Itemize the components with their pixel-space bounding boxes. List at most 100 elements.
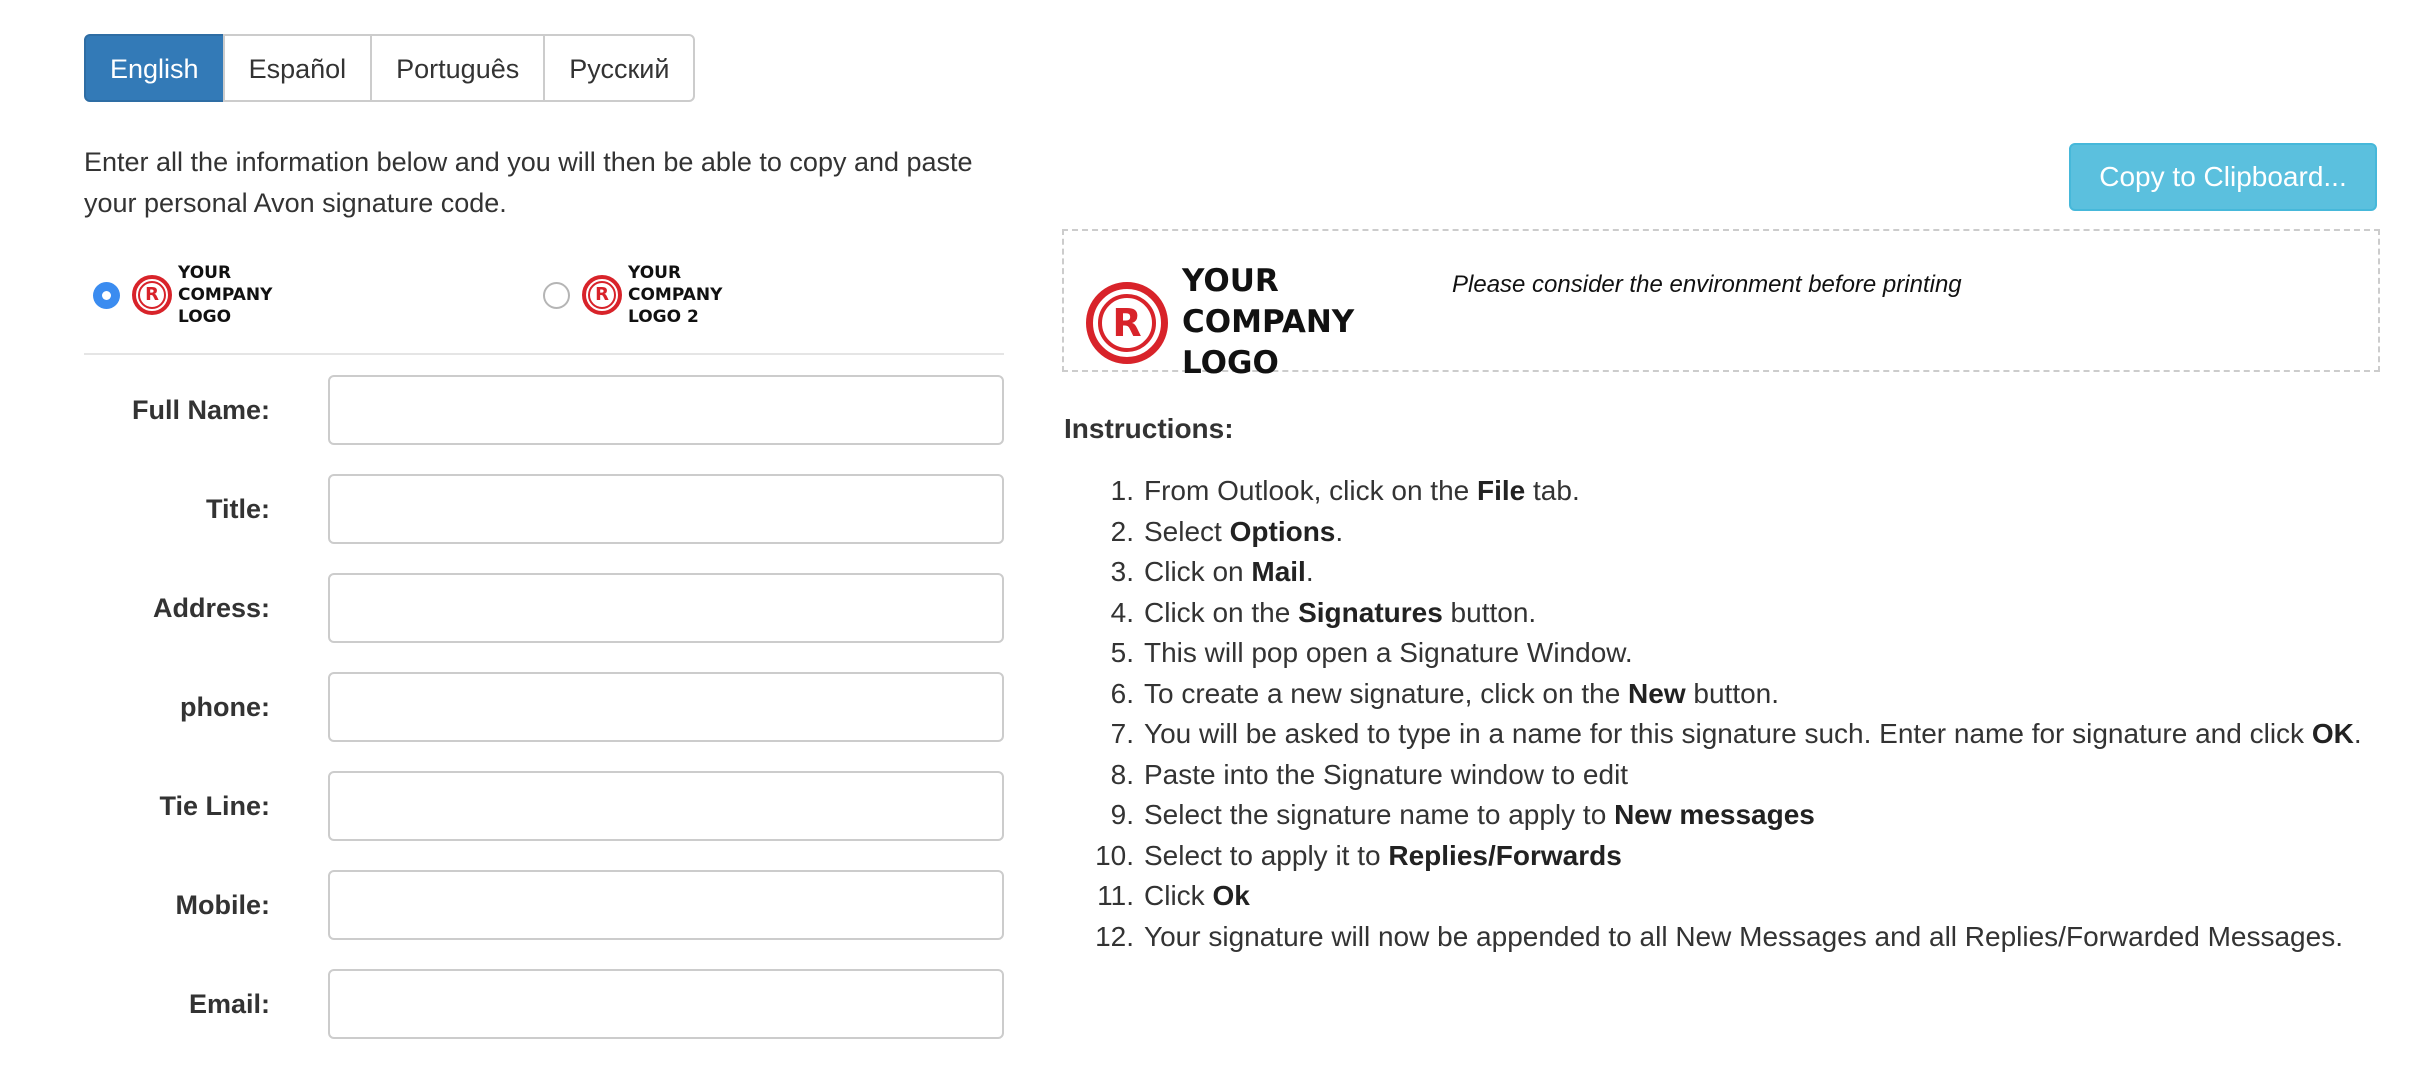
instruction-number: 7. [1110, 718, 1134, 749]
instruction-text: Paste into the Signature window to edit [1144, 758, 1629, 790]
preview-logo-line1: YOUR COMPANY [1182, 263, 1355, 340]
instruction-emphasis: Replies/Forwards [1388, 839, 1622, 871]
tab-russian[interactable]: Русский [543, 34, 696, 102]
registered-logo-icon: R [132, 275, 172, 315]
email-input[interactable] [328, 969, 1004, 1039]
instruction-emphasis: Options [1229, 515, 1336, 547]
signature-generator-page: English Español Português Русский Enter … [0, 0, 2436, 1090]
tie-line-input[interactable] [328, 771, 1004, 841]
registered-logo-icon: R [582, 275, 622, 315]
full-name-row: Full Name: [84, 375, 1004, 445]
instruction-number: 9. [1110, 799, 1134, 830]
instruction-emphasis: New [1628, 677, 1686, 709]
instruction-text: Select [1144, 515, 1230, 547]
logo-1-line2: LOGO [178, 307, 232, 327]
copy-to-clipboard-button[interactable]: Copy to Clipboard... [2069, 143, 2377, 211]
instruction-text: Select the signature name to apply to [1144, 799, 1615, 830]
logo-1-line1: YOUR COMPANY [178, 263, 273, 305]
title-row: Title: [84, 474, 1004, 544]
instruction-text: You will be asked to type in a name for … [1144, 718, 2312, 749]
instruction-item: 3. Click on Mail. [1111, 552, 2436, 593]
logo-2-text: YOUR COMPANY LOGO 2 [628, 262, 778, 328]
instruction-text: button. [1442, 596, 1537, 628]
email-row: Email: [84, 969, 1004, 1039]
logo-option-2[interactable]: R YOUR COMPANY LOGO 2 [543, 262, 778, 328]
instruction-number: 1. [1110, 475, 1134, 506]
mobile-row: Mobile: [84, 870, 1004, 940]
language-tabs: English Español Português Русский [84, 34, 696, 102]
instruction-text: . [1335, 515, 1344, 547]
instruction-number: 6. [1110, 677, 1134, 709]
divider [84, 353, 1004, 355]
address-label: Address: [152, 593, 270, 623]
instruction-text: Your signature will now be appended to a… [1144, 920, 2343, 952]
instruction-number: 10. [1095, 839, 1134, 871]
title-input[interactable] [328, 474, 1004, 544]
instruction-text: From Outlook, click on the [1144, 475, 1478, 506]
preview-logo-line2: LOGO [1182, 345, 1279, 381]
tab-english[interactable]: English [84, 34, 225, 102]
mobile-input[interactable] [328, 870, 1004, 940]
instructions-heading: Instructions: [1064, 413, 1234, 444]
instruction-emphasis: File [1477, 475, 1526, 506]
instructions-list: 1. From Outlook, click on the File tab. 2.… [1064, 471, 2436, 957]
instruction-number: 12. [1095, 920, 1134, 952]
tab-espanol[interactable]: Español [222, 34, 373, 102]
instruction-number: 8. [1110, 758, 1134, 790]
logo-1-text: YOUR COMPANY LOGO [178, 262, 328, 328]
phone-input[interactable] [328, 672, 1004, 742]
instruction-number: 2. [1110, 515, 1134, 547]
instruction-number: 5. [1110, 637, 1134, 668]
logo-1-radio[interactable] [93, 281, 120, 309]
signature-preview: R YOUR COMPANY LOGO Please consider the … [1062, 229, 2380, 381]
instruction-item: 2. Select Options. [1111, 512, 2436, 553]
instruction-item: 4. Click on the Signatures button. [1111, 593, 2436, 634]
instruction-item: 11. Click Ok [1097, 876, 2436, 917]
instruction-item: 7. You will be asked to type in a name fo… [1111, 714, 2436, 755]
preview-logo-text: YOUR COMPANY LOGO [1182, 261, 1422, 384]
instruction-item: 6. To create a new signature, click on th… [1111, 674, 2436, 715]
instruction-item: 9. Select the signature name to apply to … [1111, 795, 2436, 836]
instruction-item: 5. This will pop open a Signature Window. [1111, 633, 2436, 674]
instruction-number: 3. [1110, 556, 1134, 587]
full-name-label: Full Name: [131, 395, 270, 425]
address-input[interactable] [328, 573, 1004, 643]
instruction-text: Select to apply it to [1144, 839, 1389, 871]
phone-label: phone: [180, 692, 270, 722]
instruction-item: 1. From Outlook, click on the File tab. [1111, 471, 2436, 512]
instruction-text: Click [1144, 880, 1213, 911]
instruction-emphasis: Ok [1212, 880, 1250, 911]
registered-logo-icon: R [1086, 281, 1168, 364]
title-label: Title: [205, 494, 270, 524]
instruction-text: button. [1685, 677, 1780, 709]
logo-2-line2: LOGO 2 [628, 307, 699, 327]
instruction-number: 11. [1097, 880, 1134, 911]
email-label: Email: [188, 989, 270, 1019]
logo-2-line1: YOUR COMPANY [628, 263, 723, 305]
intro-text: Enter all the information below and you … [84, 147, 973, 218]
tie-line-row: Tie Line: [84, 771, 1004, 841]
instruction-number: 4. [1110, 596, 1134, 628]
instruction-text: Click on [1144, 556, 1252, 587]
instruction-text: Click on the [1144, 596, 1299, 628]
full-name-input[interactable] [328, 375, 1004, 445]
instruction-item: 8. Paste into the Signature window to edi… [1111, 755, 2436, 796]
instruction-emphasis: Mail [1251, 556, 1306, 587]
phone-row: phone: [84, 672, 1004, 742]
address-row: Address: [84, 573, 1004, 643]
instruction-emphasis: Signatures [1298, 596, 1443, 628]
instruction-item: 12. Your signature will now be appended t… [1095, 917, 2436, 958]
instruction-text: tab. [1525, 475, 1580, 506]
logo-option-1[interactable]: R YOUR COMPANY LOGO [93, 262, 328, 328]
instruction-item: 10. Select to apply it to Replies/Forward… [1095, 836, 2436, 877]
logo-2-radio[interactable] [543, 281, 570, 309]
instruction-emphasis: OK [2311, 718, 2354, 749]
instruction-emphasis: New messages [1614, 799, 1815, 830]
tie-line-label: Tie Line: [159, 791, 270, 821]
preview-logo: R YOUR COMPANY LOGO [1086, 261, 1422, 384]
tab-portugues[interactable]: Português [370, 34, 546, 102]
instruction-text: . [2353, 718, 2362, 749]
instruction-text: To create a new signature, click on the [1144, 677, 1629, 709]
instruction-text: This will pop open a Signature Window. [1144, 637, 1633, 668]
mobile-label: Mobile: [175, 890, 271, 920]
